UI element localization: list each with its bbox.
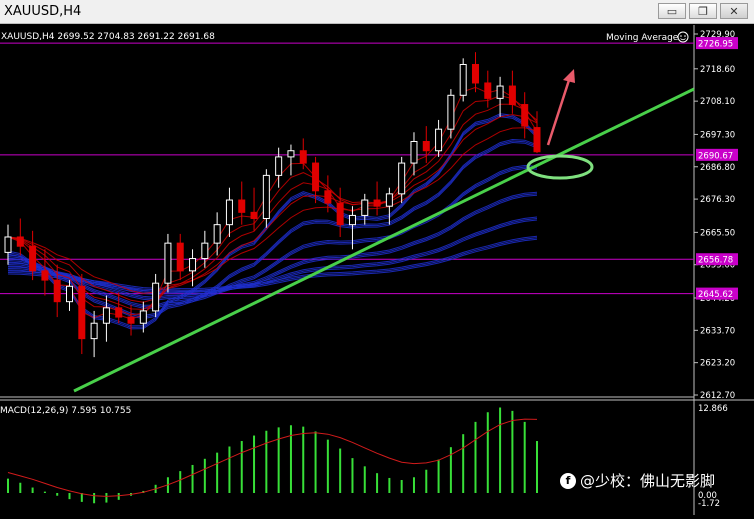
window-controls: ▭ ❐ ✕ xyxy=(658,3,748,19)
candle-body-23 xyxy=(287,150,295,158)
candle-body-24 xyxy=(299,150,307,164)
candle-body-15 xyxy=(189,258,197,272)
window-title: XAUUSD,H4 xyxy=(4,4,82,19)
indicator-label: Moving Average xyxy=(606,33,679,43)
minimize-button[interactable]: ▭ xyxy=(658,3,686,19)
macd-label: MACD(12,26,9) 7.595 10.755 xyxy=(0,406,131,416)
y-tick-label-1: 2718.60 xyxy=(700,65,735,75)
candle-body-2 xyxy=(29,245,37,272)
minimize-icon: ▭ xyxy=(666,4,678,18)
candle-body-35 xyxy=(435,128,443,152)
candle-body-21 xyxy=(262,174,270,220)
candle-body-36 xyxy=(447,94,455,130)
price-tag-3: 2645.62 xyxy=(698,290,733,300)
macd-scale-top: 12.866 xyxy=(698,404,728,414)
candle-body-25 xyxy=(312,162,320,192)
y-tick-label-9: 2633.70 xyxy=(700,326,735,336)
candle-body-14 xyxy=(176,242,184,272)
smiley-eye-right xyxy=(684,35,686,37)
candle-body-5 xyxy=(66,285,74,303)
candle-body-0 xyxy=(4,236,12,253)
window-titlebar: XAUUSD,H4 ▭ ❐ ✕ xyxy=(0,0,754,24)
candle-body-38 xyxy=(471,63,479,84)
y-tick-label-5: 2676.30 xyxy=(700,195,735,205)
y-tick-label-10: 2623.20 xyxy=(700,359,735,369)
ohlc-readout: XAUUSD,H4 2699.52 2704.83 2691.22 2691.6… xyxy=(1,32,215,42)
candle-body-28 xyxy=(348,214,356,226)
candle-body-19 xyxy=(238,199,246,213)
close-icon: ✕ xyxy=(729,4,739,18)
candle-body-33 xyxy=(410,140,418,164)
candle-body-6 xyxy=(78,285,86,340)
watermark: f @少校：佛山无影脚 xyxy=(560,470,715,491)
candle-body-31 xyxy=(385,193,393,207)
candle-body-7 xyxy=(90,322,98,340)
price-chart[interactable]: 2729.90 2718.60 2708.10 2697.30 2686.80 2676.… xyxy=(0,25,754,515)
candle-body-17 xyxy=(213,224,221,244)
smiley-eye-left xyxy=(680,35,682,37)
candle-body-34 xyxy=(422,140,430,152)
candle-body-26 xyxy=(324,190,332,204)
candle-body-43 xyxy=(533,127,541,153)
candle-body-29 xyxy=(361,199,369,216)
candle-body-9 xyxy=(115,307,123,318)
candle-body-20 xyxy=(250,211,258,220)
price-tag-1: 2690.67 xyxy=(698,151,733,161)
candle-body-37 xyxy=(459,63,467,96)
y-tick-label-11: 2612.70 xyxy=(700,391,735,401)
candle-body-12 xyxy=(152,282,160,312)
maximize-button[interactable]: ❐ xyxy=(689,3,717,19)
candle-body-16 xyxy=(201,242,209,260)
watermark-text: @少校：佛山无影脚 xyxy=(580,472,716,490)
candle-body-8 xyxy=(102,307,110,324)
candle-body-41 xyxy=(508,85,516,106)
candle-body-22 xyxy=(275,156,283,176)
candle-body-39 xyxy=(484,82,492,99)
weibo-logo-icon: f xyxy=(560,472,576,489)
y-tick-label-2: 2708.10 xyxy=(700,97,735,107)
candle-body-3 xyxy=(41,270,49,281)
chart-canvas[interactable]: 2729.902718.602708.102697.302686.802676.… xyxy=(0,25,754,515)
macd-scale-bottom: -1.72 xyxy=(698,499,720,509)
candle-body-13 xyxy=(164,242,172,284)
candle-body-1 xyxy=(16,236,24,247)
candle-body-11 xyxy=(139,310,147,324)
candle-body-30 xyxy=(373,199,381,207)
price-tag-2: 2656.78 xyxy=(698,256,733,266)
candle-body-42 xyxy=(521,104,529,127)
y-tick-label-3: 2697.30 xyxy=(700,130,735,140)
candle-body-4 xyxy=(53,279,61,303)
close-button[interactable]: ✕ xyxy=(720,3,748,19)
candle-body-32 xyxy=(398,162,406,195)
candle-body-18 xyxy=(225,199,233,226)
y-tick-label-4: 2686.80 xyxy=(700,163,735,173)
price-tag-0: 2726.95 xyxy=(698,40,733,50)
candle-body-40 xyxy=(496,85,504,99)
y-tick-label-6: 2665.50 xyxy=(700,228,735,238)
restore-icon: ❐ xyxy=(698,4,708,18)
candle-body-10 xyxy=(127,316,135,324)
candle-body-27 xyxy=(336,202,344,226)
